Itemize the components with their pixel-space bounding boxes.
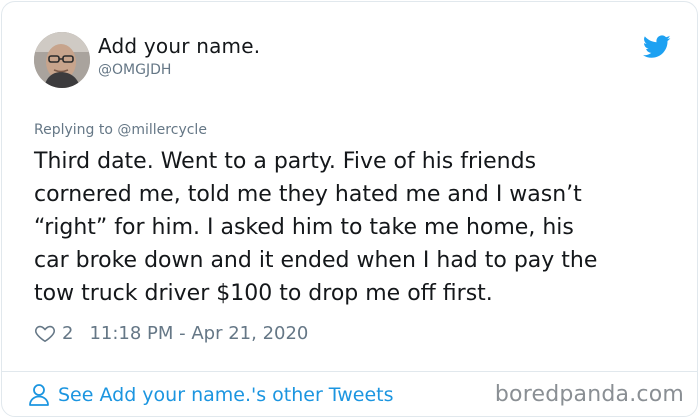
see-other-tweets-label[interactable]: See Add your name.'s other Tweets (58, 384, 394, 406)
person-icon (29, 384, 49, 406)
tweet-text-line: Third date. Went to a party. Five of his… (34, 149, 537, 174)
like-count[interactable]: 2 (62, 323, 73, 344)
tweet-text-line: car broke down and it ended when I had t… (34, 248, 598, 273)
see-other-tweets-link[interactable]: See Add your name.'s other Tweets (28, 383, 394, 407)
watermark: boredpanda.com (494, 382, 684, 407)
tweet-card: Add your name. @OMGJDH Replying to @mill… (1, 1, 698, 417)
tweet-meta: 2 11:18 PM - Apr 21, 2020 (34, 320, 308, 346)
divider (2, 371, 697, 372)
timestamp[interactable]: 11:18 PM - Apr 21, 2020 (89, 323, 308, 344)
twitter-bird-icon[interactable] (643, 35, 671, 59)
tweet-text-line: “right” for him. I asked him to take me … (34, 215, 574, 240)
author-display-name[interactable]: Add your name. (98, 34, 260, 58)
replying-to[interactable]: Replying to @millercycle (34, 122, 207, 138)
tweet-text: Third date. Went to a party. Five of his… (34, 145, 674, 310)
tweet-text-line: cornered me, told me they hated me and I… (34, 182, 582, 207)
avatar-photo (34, 32, 90, 88)
heart-icon[interactable] (34, 322, 56, 344)
avatar[interactable] (34, 32, 90, 88)
tweet-text-line: tow truck driver $100 to drop me off fir… (34, 281, 493, 306)
author-handle[interactable]: @OMGJDH (98, 62, 171, 78)
